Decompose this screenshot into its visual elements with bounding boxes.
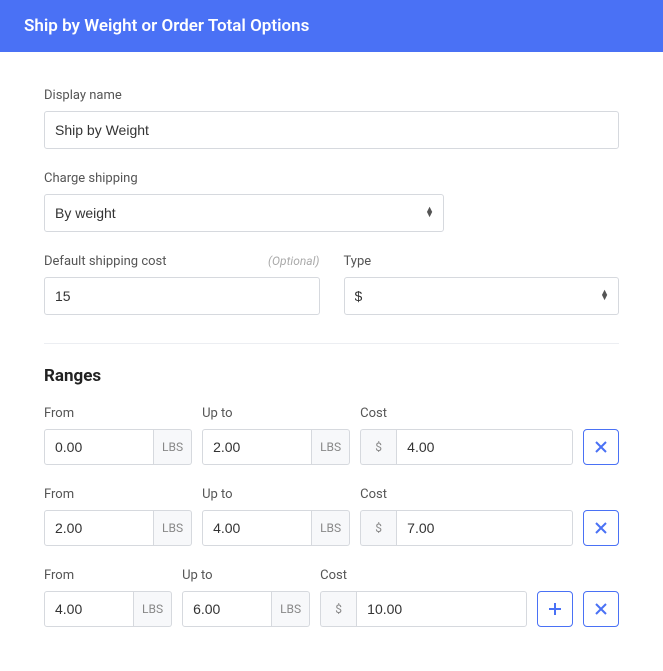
upto-label: Up to (182, 568, 213, 583)
dialog-header: Ship by Weight or Order Total Options (0, 0, 663, 52)
cost-input[interactable] (356, 591, 527, 627)
charge-shipping-select[interactable] (44, 194, 444, 232)
currency-label: $ (320, 591, 356, 627)
charge-shipping-label: Charge shipping (44, 171, 138, 186)
remove-range-button[interactable] (583, 510, 619, 546)
add-range-button[interactable] (537, 591, 573, 627)
display-name-field: Display name (44, 88, 619, 149)
upto-label: Up to (202, 406, 233, 421)
unit-label: LBS (134, 591, 172, 627)
unit-label: LBS (272, 591, 310, 627)
unit-label: LBS (312, 429, 350, 465)
unit-label: LBS (154, 429, 192, 465)
unit-label: LBS (312, 510, 350, 546)
range-row: From LBS Up to LBS Cost $ (44, 487, 619, 546)
upto-input[interactable] (202, 510, 312, 546)
close-icon (594, 440, 608, 454)
default-cost-label: Default shipping cost (44, 254, 167, 269)
from-label: From (44, 406, 74, 421)
display-name-input[interactable] (44, 111, 619, 149)
default-cost-optional: (Optional) (268, 254, 319, 268)
cost-input[interactable] (396, 510, 573, 546)
from-label: From (44, 487, 74, 502)
ranges-title: Ranges (44, 366, 619, 386)
default-cost-field: Default shipping cost (Optional) (44, 254, 320, 315)
display-name-label: Display name (44, 88, 122, 103)
type-label: Type (344, 254, 372, 269)
upto-input[interactable] (202, 429, 312, 465)
dialog-title: Ship by Weight or Order Total Options (24, 16, 309, 36)
divider (44, 343, 619, 344)
close-icon (594, 521, 608, 535)
cost-label: Cost (360, 406, 387, 421)
close-icon (594, 602, 608, 616)
from-input[interactable] (44, 591, 134, 627)
type-select[interactable] (344, 277, 620, 315)
range-row: From LBS Up to LBS Cost $ (44, 406, 619, 465)
remove-range-button[interactable] (583, 591, 619, 627)
remove-range-button[interactable] (583, 429, 619, 465)
from-input[interactable] (44, 510, 154, 546)
unit-label: LBS (154, 510, 192, 546)
from-input[interactable] (44, 429, 154, 465)
currency-label: $ (360, 510, 396, 546)
plus-icon (548, 602, 562, 616)
dialog-body: Display name Charge shipping ▲▼ Default … (0, 52, 663, 669)
default-cost-input[interactable] (44, 277, 320, 315)
type-field: Type ▲▼ (344, 254, 620, 315)
currency-label: $ (360, 429, 396, 465)
cost-input[interactable] (396, 429, 573, 465)
upto-input[interactable] (182, 591, 272, 627)
from-label: From (44, 568, 74, 583)
cost-label: Cost (320, 568, 347, 583)
charge-shipping-field: Charge shipping ▲▼ (44, 171, 444, 232)
cost-label: Cost (360, 487, 387, 502)
upto-label: Up to (202, 487, 233, 502)
range-row: From LBS Up to LBS Cost $ (44, 568, 619, 627)
